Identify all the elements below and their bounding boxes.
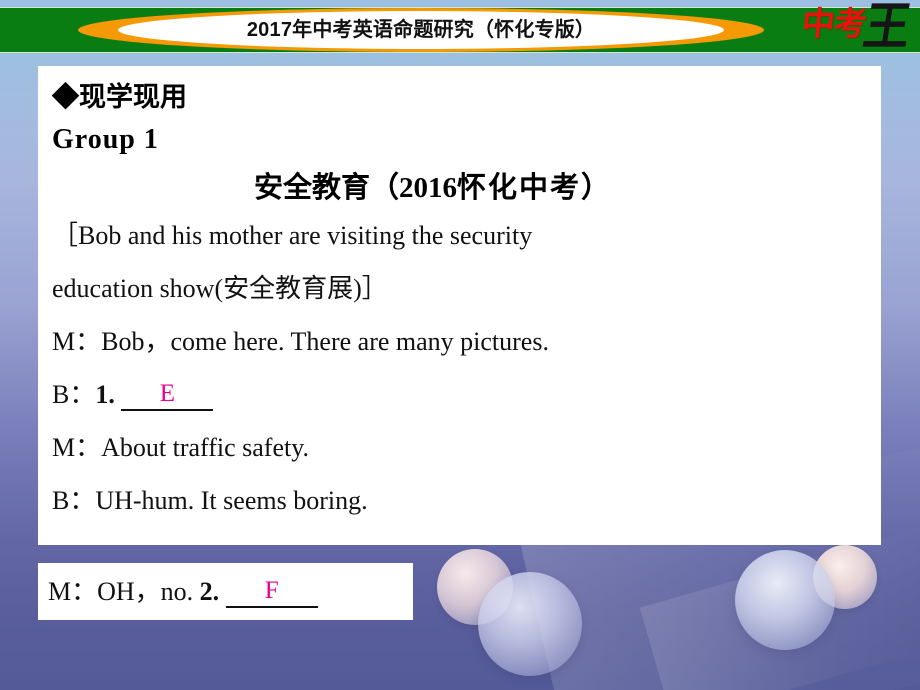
answer-row-2-number: 2. [199, 577, 220, 606]
topic-title-source: 怀化中考 [457, 172, 582, 204]
answer-row-1-number: 1. [95, 380, 115, 409]
dialogue-line-mother-2: M：About traffic safety. [52, 433, 310, 462]
section-heading: ◆现学现用 [52, 82, 187, 112]
decorative-sphere-pink-right [813, 545, 877, 609]
decorative-sphere-large-left [478, 572, 582, 676]
slide-root: 2017年中考英语命题研究（怀化专版） 中考 王 ◆现学现用 Group 1 安… [0, 0, 920, 690]
answer-blank-2[interactable]: F [225, 576, 318, 608]
decorative-sphere-pink-left [437, 549, 513, 625]
answer-row-2-speaker: M：OH，no. [48, 577, 194, 606]
stage-direction-line-1: ［Bob and his mother are visiting the sec… [52, 221, 533, 250]
topic-title: 安全教育（2016怀化中考） [46, 166, 869, 210]
group-heading: Group 1 [52, 124, 159, 155]
main-content-box: ◆现学现用 Group 1 安全教育（2016怀化中考） ［Bob and hi… [38, 66, 881, 545]
logo-text-wang: 王 [859, 0, 915, 55]
logo-text-zhongkao: 中考 [800, 5, 868, 42]
secondary-content-box: M：OH，no. 2. F [38, 563, 413, 620]
dialogue-line-mother-1: M：Bob，come here. There are many pictures… [52, 327, 549, 356]
answer-row-1: B：1. E [52, 368, 869, 421]
decorative-sphere-large-right [735, 550, 835, 650]
stage-direction-line-2: education show(安全教育展)］ [52, 274, 388, 303]
answer-row-2: M：OH，no. 2. F [48, 563, 413, 620]
brand-logo: 中考 王 [800, 0, 915, 64]
answer-row-1-speaker: B： [52, 380, 96, 409]
header-banner: 2017年中考英语命题研究（怀化专版） [0, 7, 920, 53]
topic-title-close: ） [581, 172, 611, 204]
banner-title: 2017年中考英语命题研究（怀化专版） [246, 19, 596, 41]
answer-blank-1[interactable]: E [121, 379, 214, 411]
dialogue-line-bob-2: B：UH-hum. It seems boring. [52, 486, 368, 515]
topic-title-main: 安全教育（2016 [254, 172, 458, 204]
